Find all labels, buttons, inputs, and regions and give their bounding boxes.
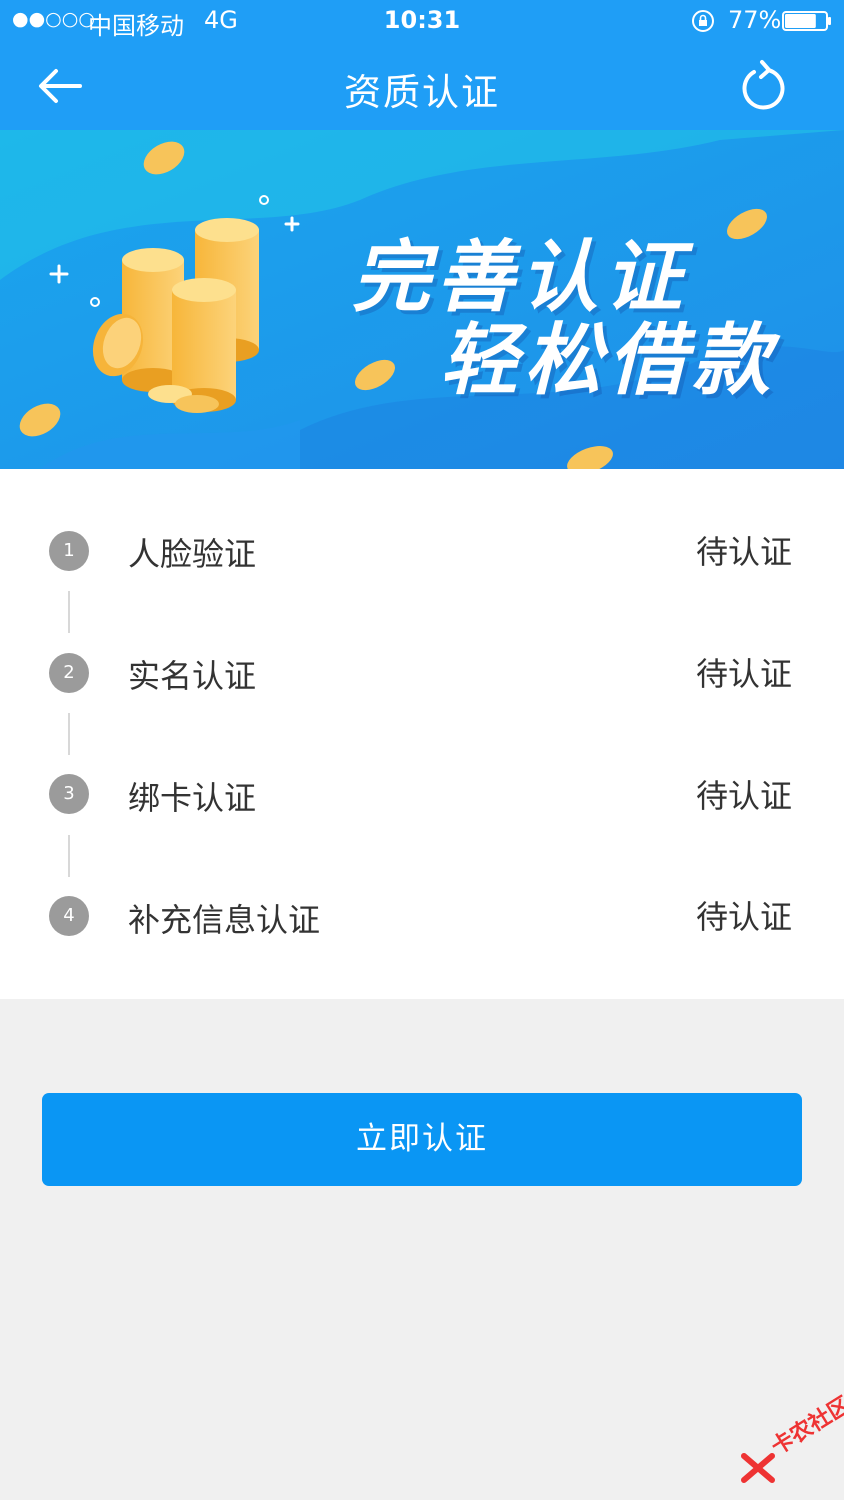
battery-icon xyxy=(782,11,831,31)
step-name: 绑卡认证 xyxy=(128,779,257,817)
step-number-badge: 4 xyxy=(49,896,89,936)
navigation-bar: 资质认证 xyxy=(0,42,844,130)
step-name: 实名认证 xyxy=(128,657,257,695)
battery-percent: 77% xyxy=(728,6,782,34)
page-title: 资质认证 xyxy=(344,71,500,114)
verify-now-button[interactable]: 立即认证 xyxy=(42,1093,802,1186)
step-status: 待认证 xyxy=(695,777,792,815)
verification-steps-list: 1 人脸验证 待认证 2 实名认证 待认证 3 绑卡认证 待认证 4 补充信息认… xyxy=(0,469,844,999)
step-status: 待认证 xyxy=(695,898,792,936)
refresh-icon[interactable] xyxy=(734,58,790,114)
promo-banner: 完善认证 轻松借款 xyxy=(0,130,844,469)
step-item-supplementary[interactable]: 4 补充信息认证 待认证 xyxy=(0,887,844,967)
step-item-bankcard[interactable]: 3 绑卡认证 待认证 xyxy=(0,765,844,845)
banner-subheadline: 轻松借款 xyxy=(440,316,777,406)
watermark-icon xyxy=(741,1453,775,1483)
rotation-lock-icon xyxy=(692,10,714,32)
step-connector-line xyxy=(68,713,70,755)
step-name: 补充信息认证 xyxy=(128,901,321,939)
step-connector-line xyxy=(68,835,70,877)
watermark-logo: 卡农社区 xyxy=(738,1392,844,1490)
step-item-face[interactable]: 1 人脸验证 待认证 xyxy=(0,519,844,599)
step-status: 待认证 xyxy=(695,533,792,571)
status-bar: ●●○○○ 中国移动 4G 10:31 77% xyxy=(0,0,844,42)
step-number-badge: 2 xyxy=(49,653,89,693)
step-item-realname[interactable]: 2 实名认证 待认证 xyxy=(0,642,844,722)
step-connector-line xyxy=(68,591,70,633)
step-number-badge: 3 xyxy=(49,774,89,814)
watermark-text: 卡农社区 xyxy=(767,1392,844,1461)
header-bar: ●●○○○ 中国移动 4G 10:31 77% 资质认证 xyxy=(0,0,844,130)
clock: 10:31 xyxy=(383,6,461,34)
step-status: 待认证 xyxy=(695,655,792,693)
step-number-badge: 1 xyxy=(49,531,89,571)
step-name: 人脸验证 xyxy=(128,535,257,573)
